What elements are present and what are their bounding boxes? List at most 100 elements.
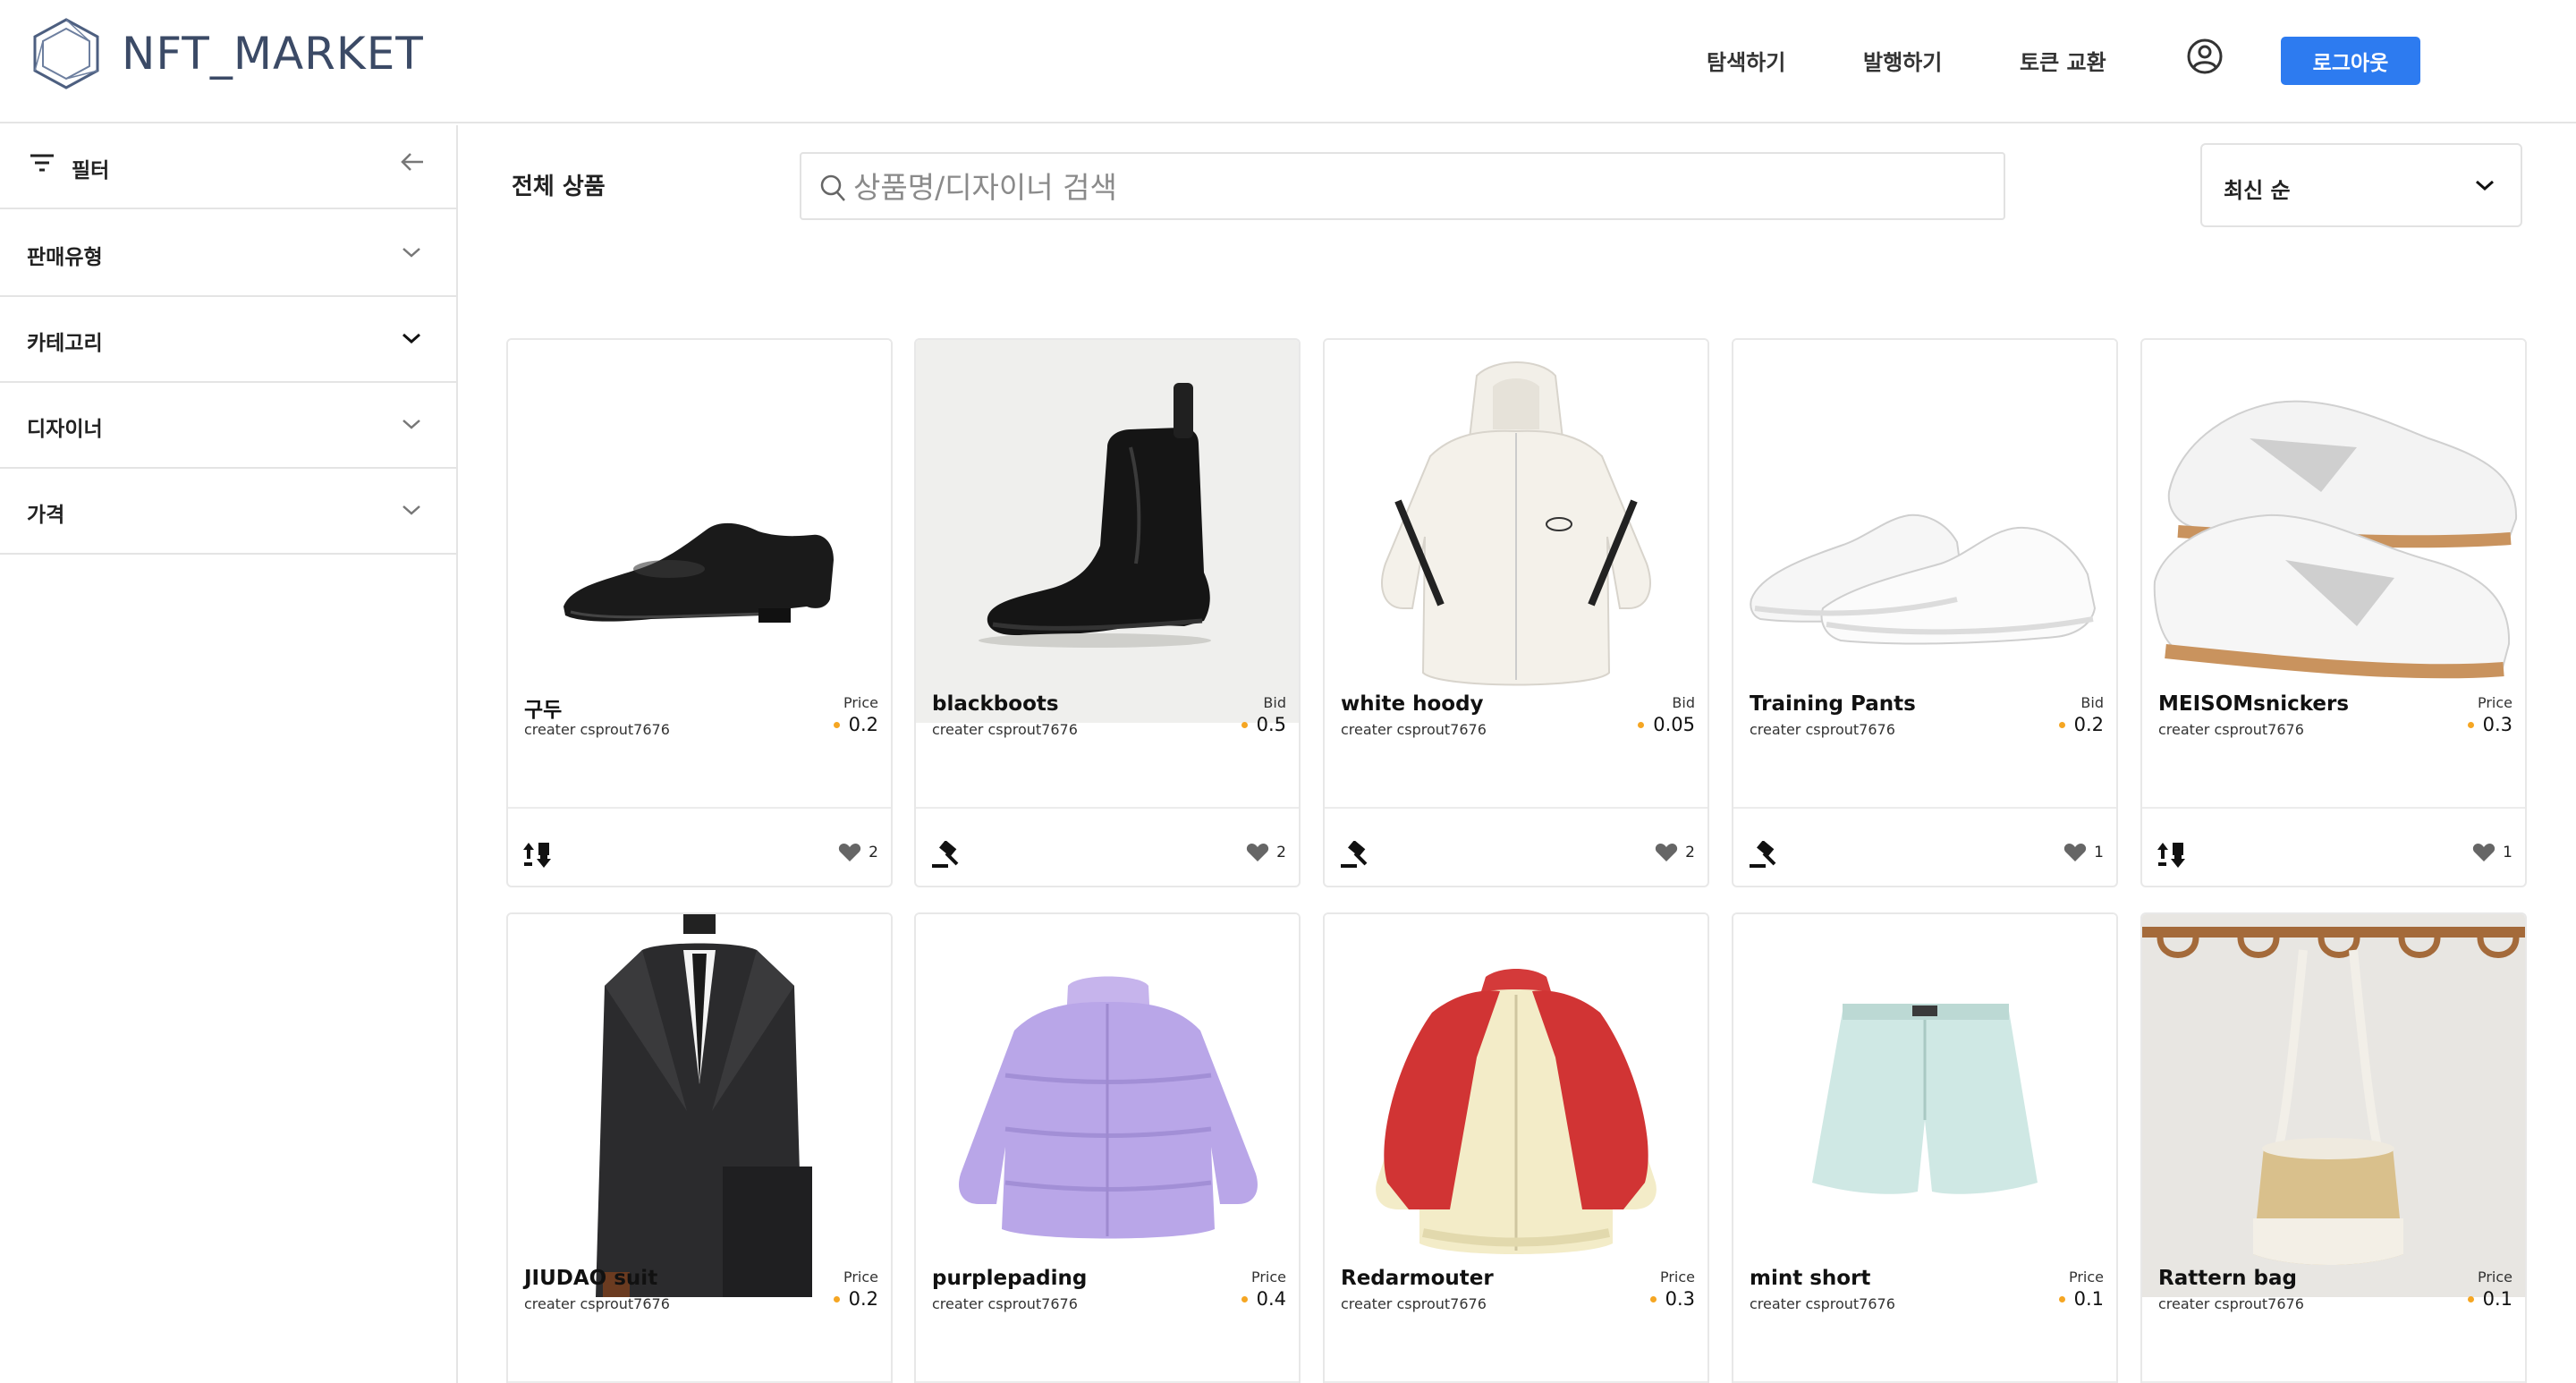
- heart-icon: [1656, 844, 1678, 861]
- product-name: JIUDAO suit: [524, 1267, 658, 1290]
- chevron-down-icon: [402, 333, 420, 344]
- product-card[interactable]: MEISOMsnickers creater csprout7676 Price…: [2140, 338, 2527, 887]
- product-creator: creater csprout7676: [1341, 721, 1487, 738]
- page-title: 전체 상품: [512, 174, 606, 200]
- heart-icon: [2064, 844, 2087, 861]
- heart-icon: [2473, 844, 2496, 861]
- like-count: 1: [2094, 844, 2104, 861]
- product-card[interactable]: Rattern bag creater csprout7676 Price 0.…: [2140, 912, 2527, 1383]
- sort-selected-label: 최신 순: [2224, 178, 2291, 203]
- product-card[interactable]: white hoody creater csprout7676 Bid 0.05…: [1323, 338, 1709, 887]
- profile-icon[interactable]: [2186, 38, 2224, 75]
- nav-token-swap[interactable]: 토큰 교환: [2020, 45, 2106, 76]
- product-price: 0.1: [2467, 1288, 2512, 1310]
- product-creator: creater csprout7676: [2158, 1295, 2304, 1312]
- coin-dot-icon: [2467, 1295, 2474, 1302]
- filter-designer[interactable]: 디자이너: [0, 383, 456, 469]
- coin-dot-icon: [1649, 1295, 1657, 1302]
- sort-dropdown[interactable]: 최신 순: [2200, 143, 2522, 227]
- product-price-type: Price: [843, 1268, 878, 1285]
- coin-dot-icon: [833, 1295, 840, 1302]
- like-count: 1: [2503, 844, 2512, 861]
- product-price-value: 0.1: [2482, 1288, 2512, 1310]
- product-image-shorts: [1733, 914, 2116, 1297]
- product-price-value: 0.3: [2482, 714, 2512, 735]
- product-image-suit: [508, 914, 891, 1297]
- product-image-boots: [916, 340, 1299, 723]
- top-header: NFT_MARKET 탐색하기 발행하기 토큰 교환 로그아웃: [0, 0, 2576, 123]
- product-price-value: 0.05: [1653, 714, 1695, 735]
- like-count: 2: [1685, 844, 1695, 861]
- product-price: 0.3: [1649, 1288, 1695, 1310]
- product-price: 0.2: [2058, 714, 2104, 735]
- product-creator: creater csprout7676: [932, 721, 1078, 738]
- product-price: 0.5: [1241, 714, 1286, 735]
- product-image-padding: [916, 914, 1299, 1297]
- coin-dot-icon: [1241, 1295, 1248, 1302]
- product-card[interactable]: mint short creater csprout7676 Price 0.1: [1732, 912, 2118, 1383]
- swap-icon: [523, 843, 551, 868]
- search-box: [800, 152, 2005, 220]
- product-card[interactable]: purplepading creater csprout7676 Price 0…: [914, 912, 1301, 1383]
- product-name: white hoody: [1341, 692, 1484, 716]
- like-count: 2: [869, 844, 878, 861]
- product-image-hoody: [1325, 340, 1707, 723]
- like-button[interactable]: 2: [1246, 843, 1286, 862]
- product-creator: creater csprout7676: [524, 721, 670, 738]
- like-button[interactable]: 2: [838, 843, 878, 862]
- filter-category[interactable]: 카테고리: [0, 297, 456, 383]
- swap-icon: [2157, 843, 2185, 868]
- gavel-icon: [1341, 841, 1368, 868]
- product-price-type: Bid: [1263, 694, 1286, 711]
- product-image-shoe: [508, 340, 891, 723]
- product-price: 0.3: [2467, 714, 2512, 735]
- product-card[interactable]: JIUDAO suit creater csprout7676 Price 0.…: [506, 912, 893, 1383]
- search-icon: [820, 174, 845, 201]
- nav-explore[interactable]: 탐색하기: [1707, 45, 1785, 76]
- product-creator: creater csprout7676: [1750, 1295, 1895, 1312]
- product-price-type: Price: [1659, 1268, 1695, 1285]
- product-creator: creater csprout7676: [1750, 721, 1895, 738]
- product-price-type: Price: [843, 694, 878, 711]
- logo[interactable]: NFT_MARKET: [30, 16, 424, 91]
- coin-dot-icon: [1241, 721, 1248, 728]
- product-price-type: Price: [2477, 694, 2512, 711]
- product-price-type: Price: [1250, 1268, 1286, 1285]
- product-image-sneakers-gum: [2142, 340, 2525, 723]
- gavel-icon: [1750, 841, 1776, 868]
- product-name: mint short: [1750, 1267, 1871, 1290]
- chevron-down-icon: [402, 248, 420, 258]
- product-price-value: 0.2: [848, 1288, 878, 1310]
- filter-sale-type-label: 판매유형: [27, 246, 103, 269]
- logout-button[interactable]: 로그아웃: [2281, 37, 2420, 85]
- like-count: 2: [1276, 844, 1286, 861]
- product-card[interactable]: 구두 creater csprout7676 Price 0.2 2: [506, 338, 893, 887]
- chevron-down-icon: [2476, 180, 2494, 191]
- search-input[interactable]: [853, 163, 1980, 211]
- product-card[interactable]: Redarmouter creater csprout7676 Price 0.…: [1323, 912, 1709, 1383]
- product-price-value: 0.1: [2073, 1288, 2104, 1310]
- product-creator: creater csprout7676: [932, 1295, 1078, 1312]
- filter-price[interactable]: 가격: [0, 469, 456, 555]
- like-button[interactable]: 1: [2063, 843, 2104, 862]
- product-name: blackboots: [932, 692, 1059, 716]
- coin-dot-icon: [2058, 1295, 2065, 1302]
- like-button[interactable]: 2: [1655, 843, 1695, 862]
- product-card[interactable]: Training Pants creater csprout7676 Bid 0…: [1732, 338, 2118, 887]
- like-button[interactable]: 1: [2472, 843, 2512, 862]
- coin-dot-icon: [2467, 721, 2474, 728]
- product-name: Training Pants: [1750, 692, 1916, 716]
- product-creator: creater csprout7676: [2158, 721, 2304, 738]
- product-price-value: 0.4: [1256, 1288, 1286, 1310]
- product-card[interactable]: blackboots creater csprout7676 Bid 0.5 2: [914, 338, 1301, 887]
- filter-sidebar: 필터 판매유형 카테고리 디자이너 가격: [0, 125, 458, 1383]
- product-creator: creater csprout7676: [1341, 1295, 1487, 1312]
- product-price: 0.4: [1241, 1288, 1286, 1310]
- arrow-left-icon[interactable]: [399, 148, 426, 175]
- product-name: 구두: [524, 699, 563, 722]
- coin-dot-icon: [2058, 721, 2065, 728]
- product-price-type: Bid: [1672, 694, 1695, 711]
- product-image-sneakers-white: [1733, 340, 2116, 723]
- nav-mint[interactable]: 발행하기: [1863, 45, 1942, 76]
- filter-sale-type[interactable]: 판매유형: [0, 211, 456, 297]
